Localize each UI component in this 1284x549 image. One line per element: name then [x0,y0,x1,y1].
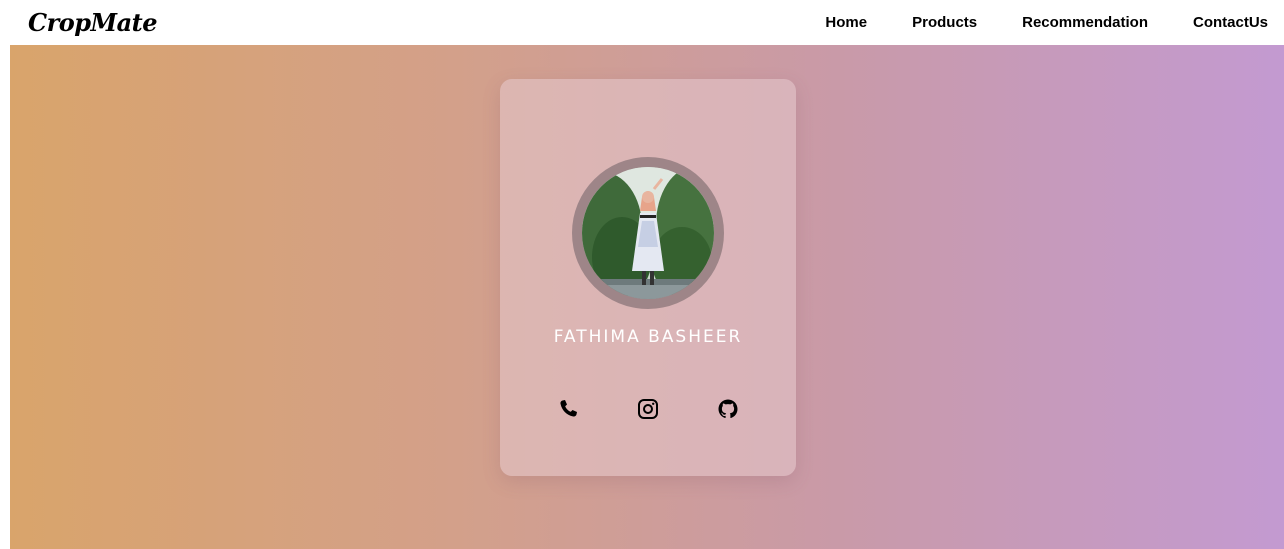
profile-name: FATHIMA BASHEER [553,327,743,347]
avatar-ring [572,157,724,309]
instagram-icon[interactable] [636,397,660,421]
profile-card: FATHIMA BASHEER [500,79,796,476]
github-icon[interactable] [716,397,740,421]
nav-link-home[interactable]: Home [825,14,867,31]
top-navbar: CropMate Home Products Recommendation Co… [0,0,1284,45]
nav-link-products[interactable]: Products [912,14,977,31]
avatar [582,167,714,299]
social-links [500,397,796,423]
avatar-photo [582,167,714,299]
nav-link-contactus[interactable]: ContactUs [1193,14,1268,31]
brand-logo[interactable]: CropMate [28,9,158,37]
nav-link-recommendation[interactable]: Recommendation [1022,14,1148,31]
phone-icon[interactable] [556,397,580,421]
gradient-hero: FATHIMA BASHEER [10,45,1284,549]
nav-links: Home Products Recommendation ContactUs [780,0,1268,45]
